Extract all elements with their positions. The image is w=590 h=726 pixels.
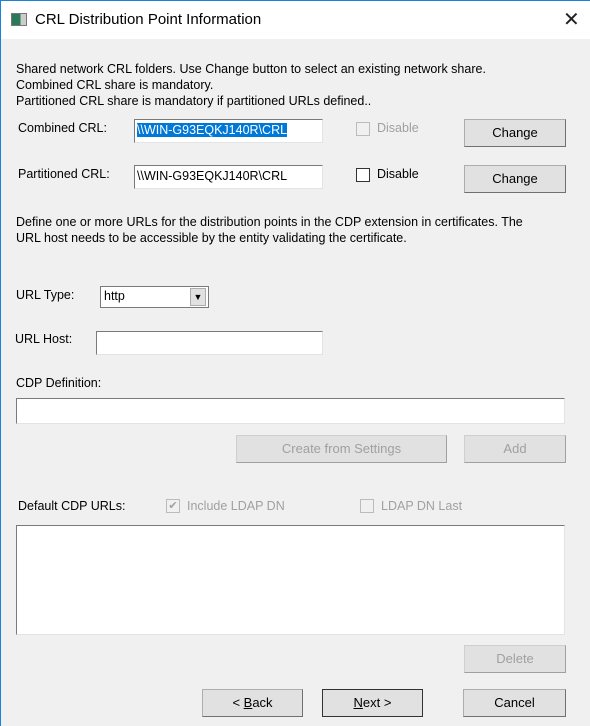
combined-crl-label: Combined CRL: [18, 121, 107, 135]
include-ldap-dn-checkbox[interactable]: ✔ [166, 499, 180, 513]
delete-button[interactable]: Delete [464, 645, 566, 673]
combined-disable-label: Disable [377, 121, 419, 135]
partitioned-disable-label: Disable [377, 167, 419, 181]
include-ldap-dn-label: Include LDAP DN [187, 499, 285, 513]
cdp-definition-label: CDP Definition: [16, 376, 102, 390]
url-host-label: URL Host: [15, 332, 73, 346]
cancel-button[interactable]: Cancel [463, 689, 566, 717]
ldap-dn-last-checkbox[interactable] [360, 499, 374, 513]
partitioned-crl-label: Partitioned CRL: [18, 167, 110, 181]
partitioned-disable-checkbox[interactable] [356, 168, 370, 182]
window-title: CRL Distribution Point Information [35, 11, 262, 28]
default-cdp-urls-list[interactable] [16, 525, 565, 635]
url-host-input[interactable] [96, 331, 323, 355]
create-from-settings-button[interactable]: Create from Settings [236, 435, 447, 463]
combined-disable-checkbox[interactable] [356, 122, 370, 136]
partitioned-change-button[interactable]: Change [464, 165, 566, 193]
next-button[interactable]: Next > [322, 689, 423, 717]
url-description: Define one or more URLs for the distribu… [16, 215, 523, 245]
cdp-definition-input[interactable] [16, 398, 565, 424]
intro-text: Shared network CRL folders. Use Change b… [16, 62, 486, 108]
partitioned-crl-input[interactable]: \\WIN-G93EQKJ140R\CRL [134, 165, 323, 189]
close-icon[interactable]: ✕ [563, 7, 580, 32]
chevron-down-icon[interactable]: ▼ [190, 288, 206, 306]
default-cdp-urls-label: Default CDP URLs: [18, 499, 126, 513]
url-type-label: URL Type: [16, 288, 75, 302]
app-icon [11, 13, 27, 26]
back-button[interactable]: < Back [202, 689, 303, 717]
url-type-select[interactable]: http ▼ [100, 286, 209, 308]
add-button[interactable]: Add [464, 435, 566, 463]
combined-crl-input[interactable]: \\WIN-G93EQKJ140R\CRL [134, 119, 323, 143]
combined-change-button[interactable]: Change [464, 119, 566, 147]
ldap-dn-last-label: LDAP DN Last [381, 499, 463, 513]
